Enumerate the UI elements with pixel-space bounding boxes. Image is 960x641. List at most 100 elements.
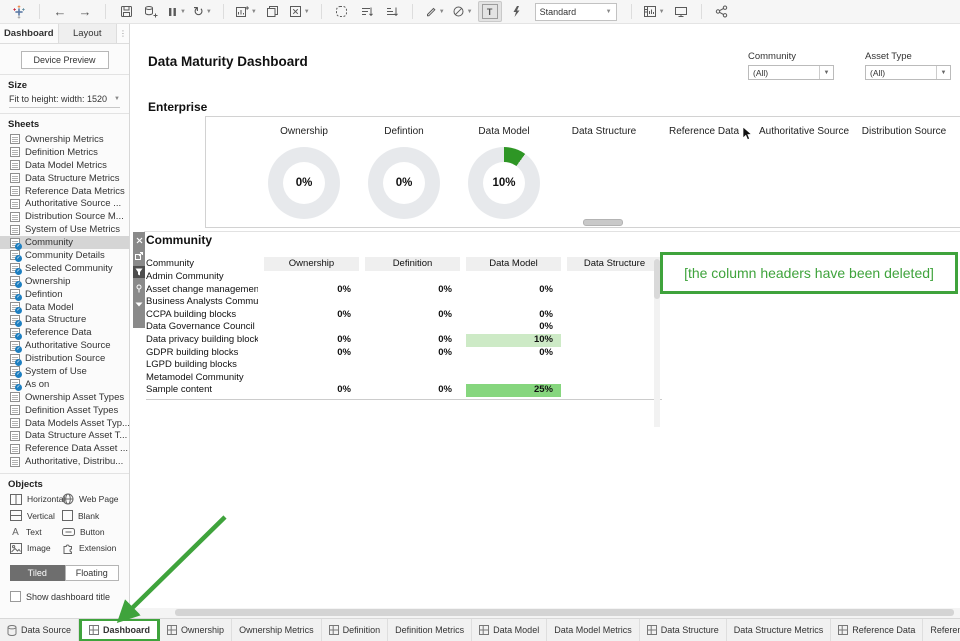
formatting-button[interactable]: ▼ xyxy=(450,2,475,21)
highlight-button[interactable]: ▼ xyxy=(422,2,447,21)
cell-ownership[interactable] xyxy=(264,296,359,309)
cell-data-model[interactable]: 25% xyxy=(466,384,561,397)
table-row-name[interactable]: LGPD building blocks xyxy=(146,359,258,372)
sheet-item-ownership-metrics[interactable]: Ownership Metrics xyxy=(0,133,129,146)
table-row-name[interactable]: Data Governance Council xyxy=(146,321,258,334)
cell-data-model[interactable]: 10% xyxy=(466,334,561,347)
bottom-tab-data-structure[interactable]: Data Structure xyxy=(640,619,727,641)
presentation-mode-button[interactable] xyxy=(670,2,692,21)
go-to-sheet-icon[interactable] xyxy=(133,250,145,262)
sheet-item-data-models-asset-typ[interactable]: Data Models Asset Typ... xyxy=(0,417,129,430)
cell-data-structure[interactable] xyxy=(567,372,662,385)
sheet-item-as-on[interactable]: ✓As on xyxy=(0,378,129,391)
group-members-button[interactable] xyxy=(331,2,353,21)
bottom-tab-data-model[interactable]: Data Model xyxy=(472,619,547,641)
object-text[interactable]: AText xyxy=(10,526,62,537)
new-worksheet-button[interactable]: ▼ xyxy=(233,2,259,21)
show-dashboard-title-checkbox[interactable] xyxy=(10,591,21,602)
cell-ownership[interactable] xyxy=(264,321,359,334)
cell-definition[interactable]: 0% xyxy=(365,347,460,360)
cell-ownership[interactable]: 0% xyxy=(264,334,359,347)
sheet-item-distribution-source-m[interactable]: Distribution Source M... xyxy=(0,210,129,223)
sheet-item-authoritative-distribu[interactable]: Authoritative, Distribu... xyxy=(0,455,129,468)
donut-chart-defintion[interactable]: 0% xyxy=(368,147,440,219)
cell-data-model[interactable]: 0% xyxy=(466,284,561,297)
sort-ascending-button[interactable] xyxy=(356,2,378,21)
cell-data-structure[interactable] xyxy=(567,384,662,397)
cell-definition[interactable] xyxy=(365,359,460,372)
cell-data-model[interactable] xyxy=(466,359,561,372)
bottom-tab-definition[interactable]: Definition xyxy=(322,619,389,641)
enterprise-scrollbar-handle[interactable] xyxy=(583,219,623,226)
cell-data-structure[interactable] xyxy=(567,334,662,347)
cell-ownership[interactable]: 0% xyxy=(264,284,359,297)
sheet-item-reference-data-asset[interactable]: Reference Data Asset ... xyxy=(0,442,129,455)
sheet-item-data-structure-asset-t[interactable]: Data Structure Asset T... xyxy=(0,429,129,442)
cell-data-model[interactable] xyxy=(466,372,561,385)
sheet-item-ownership[interactable]: ✓Ownership xyxy=(0,275,129,288)
clear-sheet-button[interactable]: ▼ xyxy=(287,2,312,21)
more-options-icon[interactable] xyxy=(133,298,145,310)
object-image[interactable]: Image xyxy=(10,542,62,554)
bottom-tab-reference-data[interactable]: Reference Data xyxy=(831,619,923,641)
device-preview-button[interactable]: Device Preview xyxy=(21,51,109,69)
object-blank[interactable]: Blank xyxy=(62,510,125,521)
sheet-item-data-model[interactable]: ✓Data Model xyxy=(0,301,129,314)
horizontal-scrollbar[interactable] xyxy=(130,608,960,618)
cell-definition[interactable]: 0% xyxy=(365,384,460,397)
sheet-item-system-of-use[interactable]: ✓System of Use xyxy=(0,365,129,378)
table-row-name[interactable]: Business Analysts Community xyxy=(146,296,258,309)
table-row-name[interactable]: Sample content xyxy=(146,384,258,397)
sheet-item-reference-data-metrics[interactable]: Reference Data Metrics xyxy=(0,185,129,198)
donut-chart-ownership[interactable]: 0% xyxy=(268,147,340,219)
cell-data-structure[interactable] xyxy=(567,347,662,360)
sheet-item-distribution-source[interactable]: ✓Distribution Source xyxy=(0,352,129,365)
cell-definition[interactable] xyxy=(365,271,460,284)
cell-ownership[interactable]: 0% xyxy=(264,347,359,360)
asset-type-filter-select[interactable]: (All) ▼ xyxy=(865,65,951,80)
table-row-name[interactable]: Data privacy building blocks xyxy=(146,334,258,347)
table-row-name[interactable]: CCPA building blocks xyxy=(146,309,258,322)
tiled-button[interactable]: Tiled xyxy=(10,565,65,581)
floating-button[interactable]: Floating xyxy=(65,565,120,581)
show-mark-labels-button[interactable]: T xyxy=(478,1,502,22)
enterprise-zone[interactable]: Ownership0%Defintion0%Data Model10%Data … xyxy=(205,116,960,228)
cell-ownership[interactable]: 0% xyxy=(264,309,359,322)
cell-data-structure[interactable] xyxy=(567,284,662,297)
object-vertical[interactable]: Vertical xyxy=(10,510,62,521)
sheet-item-data-model-metrics[interactable]: Data Model Metrics xyxy=(0,159,129,172)
sheet-item-data-structure[interactable]: ✓Data Structure xyxy=(0,313,129,326)
pane-tab-dashboard[interactable]: Dashboard xyxy=(0,24,59,43)
sheet-item-community-details[interactable]: ✓Community Details xyxy=(0,249,129,262)
cell-definition[interactable] xyxy=(365,296,460,309)
use-as-filter-icon[interactable] xyxy=(133,266,145,278)
share-button[interactable] xyxy=(711,2,733,21)
cell-data-structure[interactable] xyxy=(567,296,662,309)
bottom-tab-data-structure-metrics[interactable]: Data Structure Metrics xyxy=(727,619,832,641)
donut-chart-data-model[interactable]: 10% xyxy=(468,147,540,219)
pane-tab-layout[interactable]: Layout xyxy=(59,24,118,43)
cell-definition[interactable]: 0% xyxy=(365,309,460,322)
cell-data-structure[interactable] xyxy=(567,321,662,334)
pause-updates-button[interactable]: ▼ xyxy=(165,2,188,21)
sheet-item-ownership-asset-types[interactable]: Ownership Asset Types xyxy=(0,391,129,404)
object-extension[interactable]: Extension xyxy=(62,542,125,554)
object-web-page[interactable]: Web Page xyxy=(62,493,125,505)
cell-data-structure[interactable] xyxy=(567,359,662,372)
remove-zone-icon[interactable] xyxy=(133,234,145,246)
cell-data-model[interactable]: 0% xyxy=(466,309,561,322)
save-button[interactable] xyxy=(115,2,137,21)
pin-icon[interactable] xyxy=(133,282,145,294)
bottom-tab-reference-data-metrics[interactable]: Reference Data Metrics xyxy=(923,619,960,641)
table-row-name[interactable]: Admin Community xyxy=(146,271,258,284)
sheet-item-selected-community[interactable]: ✓Selected Community xyxy=(0,262,129,275)
sheet-item-definition-asset-types[interactable]: Definition Asset Types xyxy=(0,404,129,417)
cell-ownership[interactable] xyxy=(264,372,359,385)
bottom-tab-data-source[interactable]: Data Source xyxy=(0,619,79,641)
fix-axes-button[interactable] xyxy=(505,2,527,21)
table-row-name[interactable]: GDPR building blocks xyxy=(146,347,258,360)
bottom-tab-dashboard[interactable]: Dashboard xyxy=(79,618,160,641)
bottom-tab-ownership[interactable]: Ownership xyxy=(160,619,232,641)
duplicate-button[interactable] xyxy=(262,2,284,21)
cell-data-structure[interactable] xyxy=(567,271,662,284)
